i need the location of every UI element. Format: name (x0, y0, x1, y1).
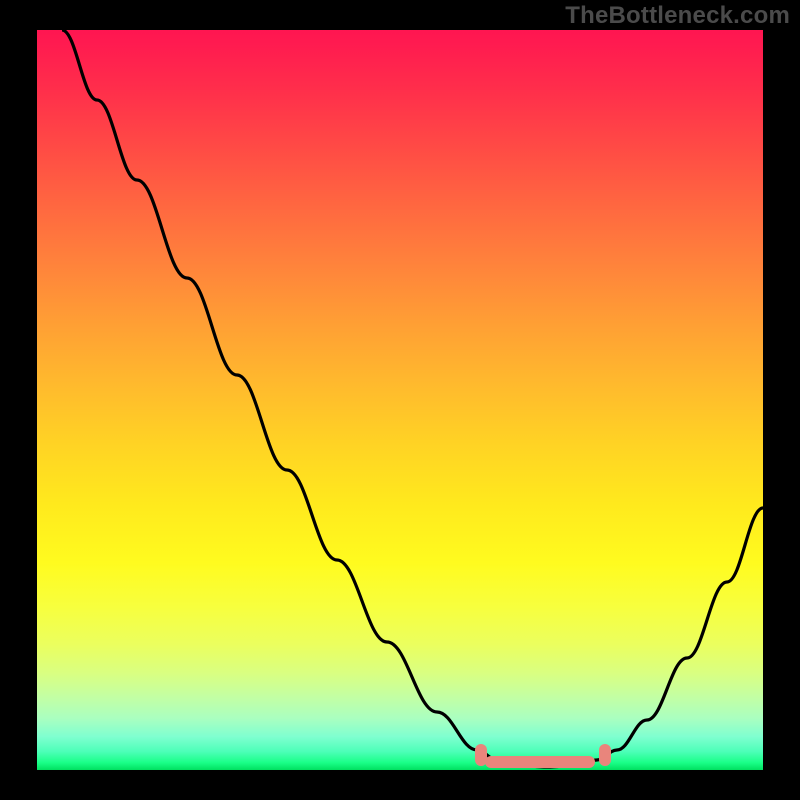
optimal-range-band (485, 756, 595, 768)
optimal-range-left-marker (475, 744, 487, 766)
plot-area (37, 30, 763, 770)
optimal-range-right-marker (599, 744, 611, 766)
bottleneck-curve (37, 30, 763, 770)
chart-frame: TheBottleneck.com (0, 0, 800, 800)
curve-path (62, 30, 763, 767)
watermark-label: TheBottleneck.com (565, 2, 790, 30)
